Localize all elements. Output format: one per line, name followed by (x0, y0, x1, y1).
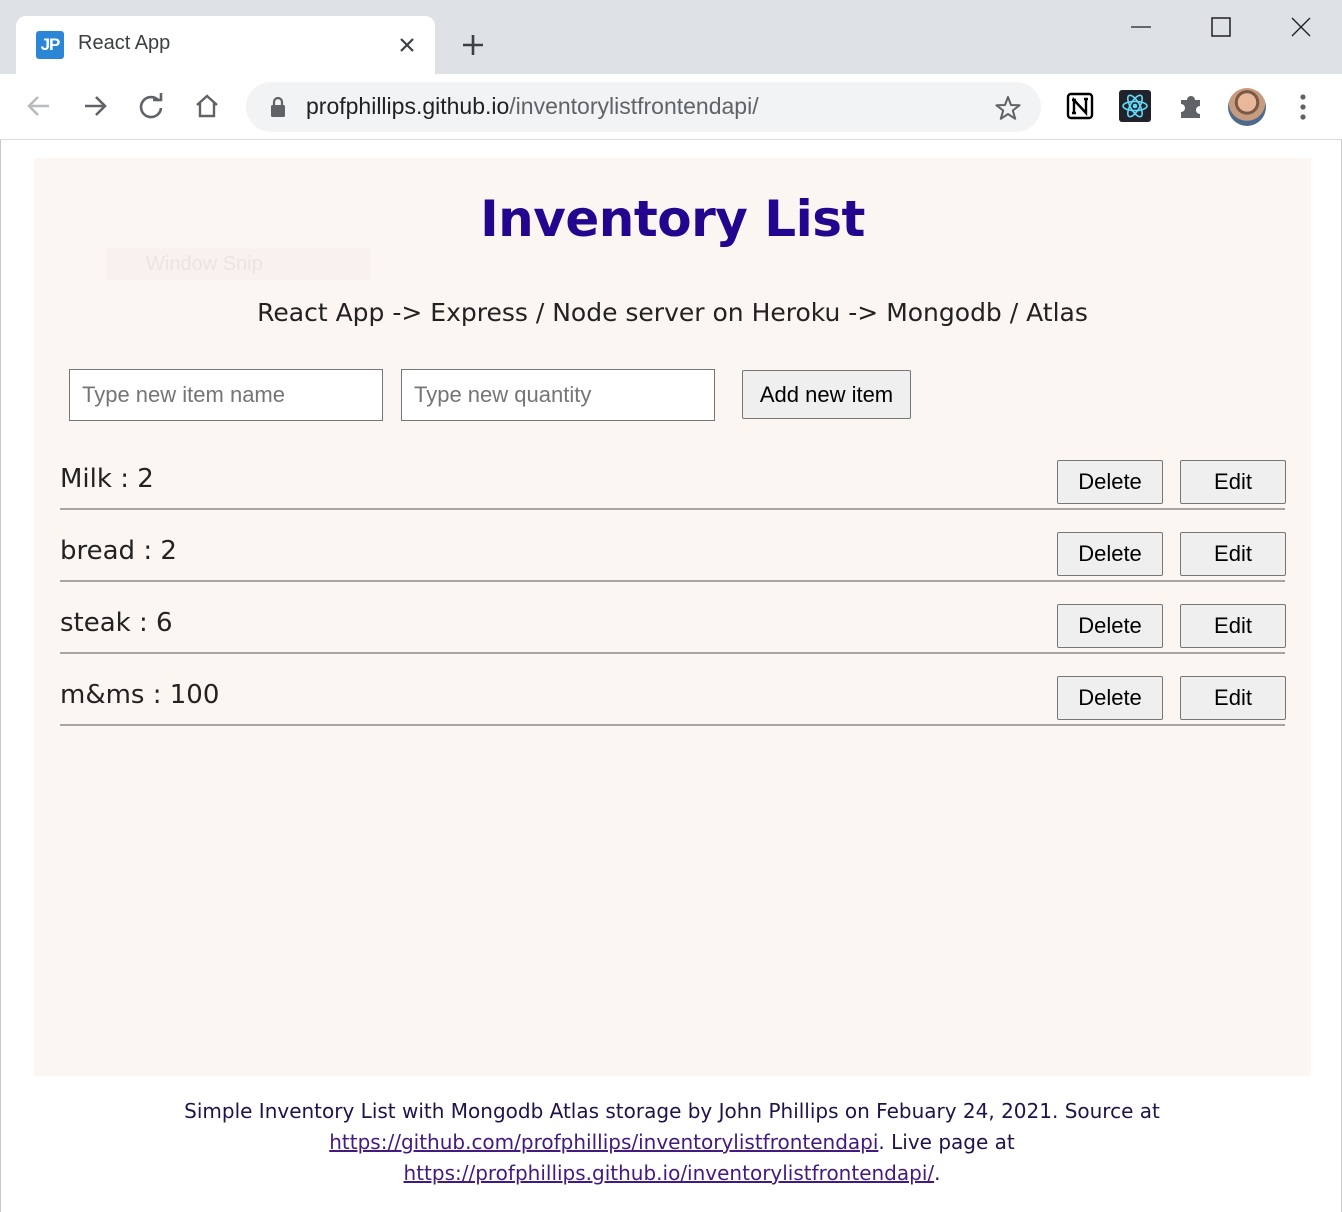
url-host: profphillips.github.io (306, 93, 510, 119)
lock-icon[interactable] (268, 96, 288, 118)
page-footer: Simple Inventory List with Mongodb Atlas… (1, 1096, 1342, 1189)
delete-button[interactable]: Delete (1057, 676, 1163, 720)
forward-icon[interactable] (78, 89, 112, 123)
item-quantity-input[interactable] (401, 369, 715, 421)
notion-extension-icon[interactable] (1064, 90, 1096, 122)
footer-text: Simple Inventory List with Mongodb Atlas… (184, 1099, 1160, 1123)
item-label: steak : 6 (60, 608, 173, 638)
new-tab-icon[interactable] (458, 30, 488, 60)
menu-kebab-icon[interactable] (1290, 90, 1316, 124)
address-bar[interactable]: profphillips.github.io/inventorylistfron… (246, 82, 1041, 132)
footer-text: . (934, 1161, 941, 1185)
list-item: Milk : 2 Delete Edit (60, 460, 1286, 510)
profile-avatar[interactable] (1228, 88, 1266, 126)
url-text[interactable]: profphillips.github.io/inventorylistfron… (306, 93, 759, 120)
back-icon[interactable] (22, 89, 56, 123)
browser-toolbar: profphillips.github.io/inventorylistfron… (0, 74, 1342, 140)
bookmark-star-icon[interactable] (994, 94, 1022, 122)
minimize-icon[interactable] (1126, 12, 1156, 42)
home-icon[interactable] (190, 89, 224, 123)
browser-tab[interactable]: JP React App (16, 16, 435, 74)
react-devtools-icon[interactable] (1119, 90, 1151, 122)
url-path: /inventorylistfrontendapi/ (509, 93, 759, 119)
favicon-icon: JP (36, 31, 64, 59)
reload-icon[interactable] (134, 89, 168, 123)
edit-button[interactable]: Edit (1180, 532, 1286, 576)
delete-button[interactable]: Delete (1057, 532, 1163, 576)
page-viewport: Inventory List Window Snip React App -> … (0, 140, 1342, 1212)
close-window-icon[interactable] (1286, 12, 1316, 42)
footer-text: . Live page at (878, 1130, 1015, 1154)
item-label: m&ms : 100 (60, 680, 220, 710)
source-link[interactable]: https://github.com/profphillips/inventor… (329, 1130, 878, 1154)
list-item: steak : 6 Delete Edit (60, 604, 1286, 654)
delete-button[interactable]: Delete (1057, 604, 1163, 648)
item-label: Milk : 2 (60, 464, 154, 494)
item-label: bread : 2 (60, 536, 177, 566)
edit-button[interactable]: Edit (1180, 676, 1286, 720)
add-item-button[interactable]: Add new item (742, 370, 911, 419)
list-item: bread : 2 Delete Edit (60, 532, 1286, 582)
page-subtitle: React App -> Express / Node server on He… (257, 298, 1088, 327)
tab-title: React App (78, 32, 171, 54)
browser-titlebar: JP React App (0, 0, 1342, 74)
page-title: Inventory List (480, 190, 865, 248)
edit-button[interactable]: Edit (1180, 604, 1286, 648)
window-snip-overlay: Window Snip (106, 248, 370, 280)
app-container: Inventory List Window Snip React App -> … (34, 158, 1311, 1076)
item-name-input[interactable] (69, 369, 383, 421)
edit-button[interactable]: Edit (1180, 460, 1286, 504)
extensions-puzzle-icon[interactable] (1175, 90, 1207, 122)
delete-button[interactable]: Delete (1057, 460, 1163, 504)
live-page-link[interactable]: https://profphillips.github.io/inventory… (404, 1161, 935, 1185)
close-tab-icon[interactable] (394, 32, 420, 58)
list-item: m&ms : 100 Delete Edit (60, 676, 1286, 726)
maximize-icon[interactable] (1206, 12, 1236, 42)
